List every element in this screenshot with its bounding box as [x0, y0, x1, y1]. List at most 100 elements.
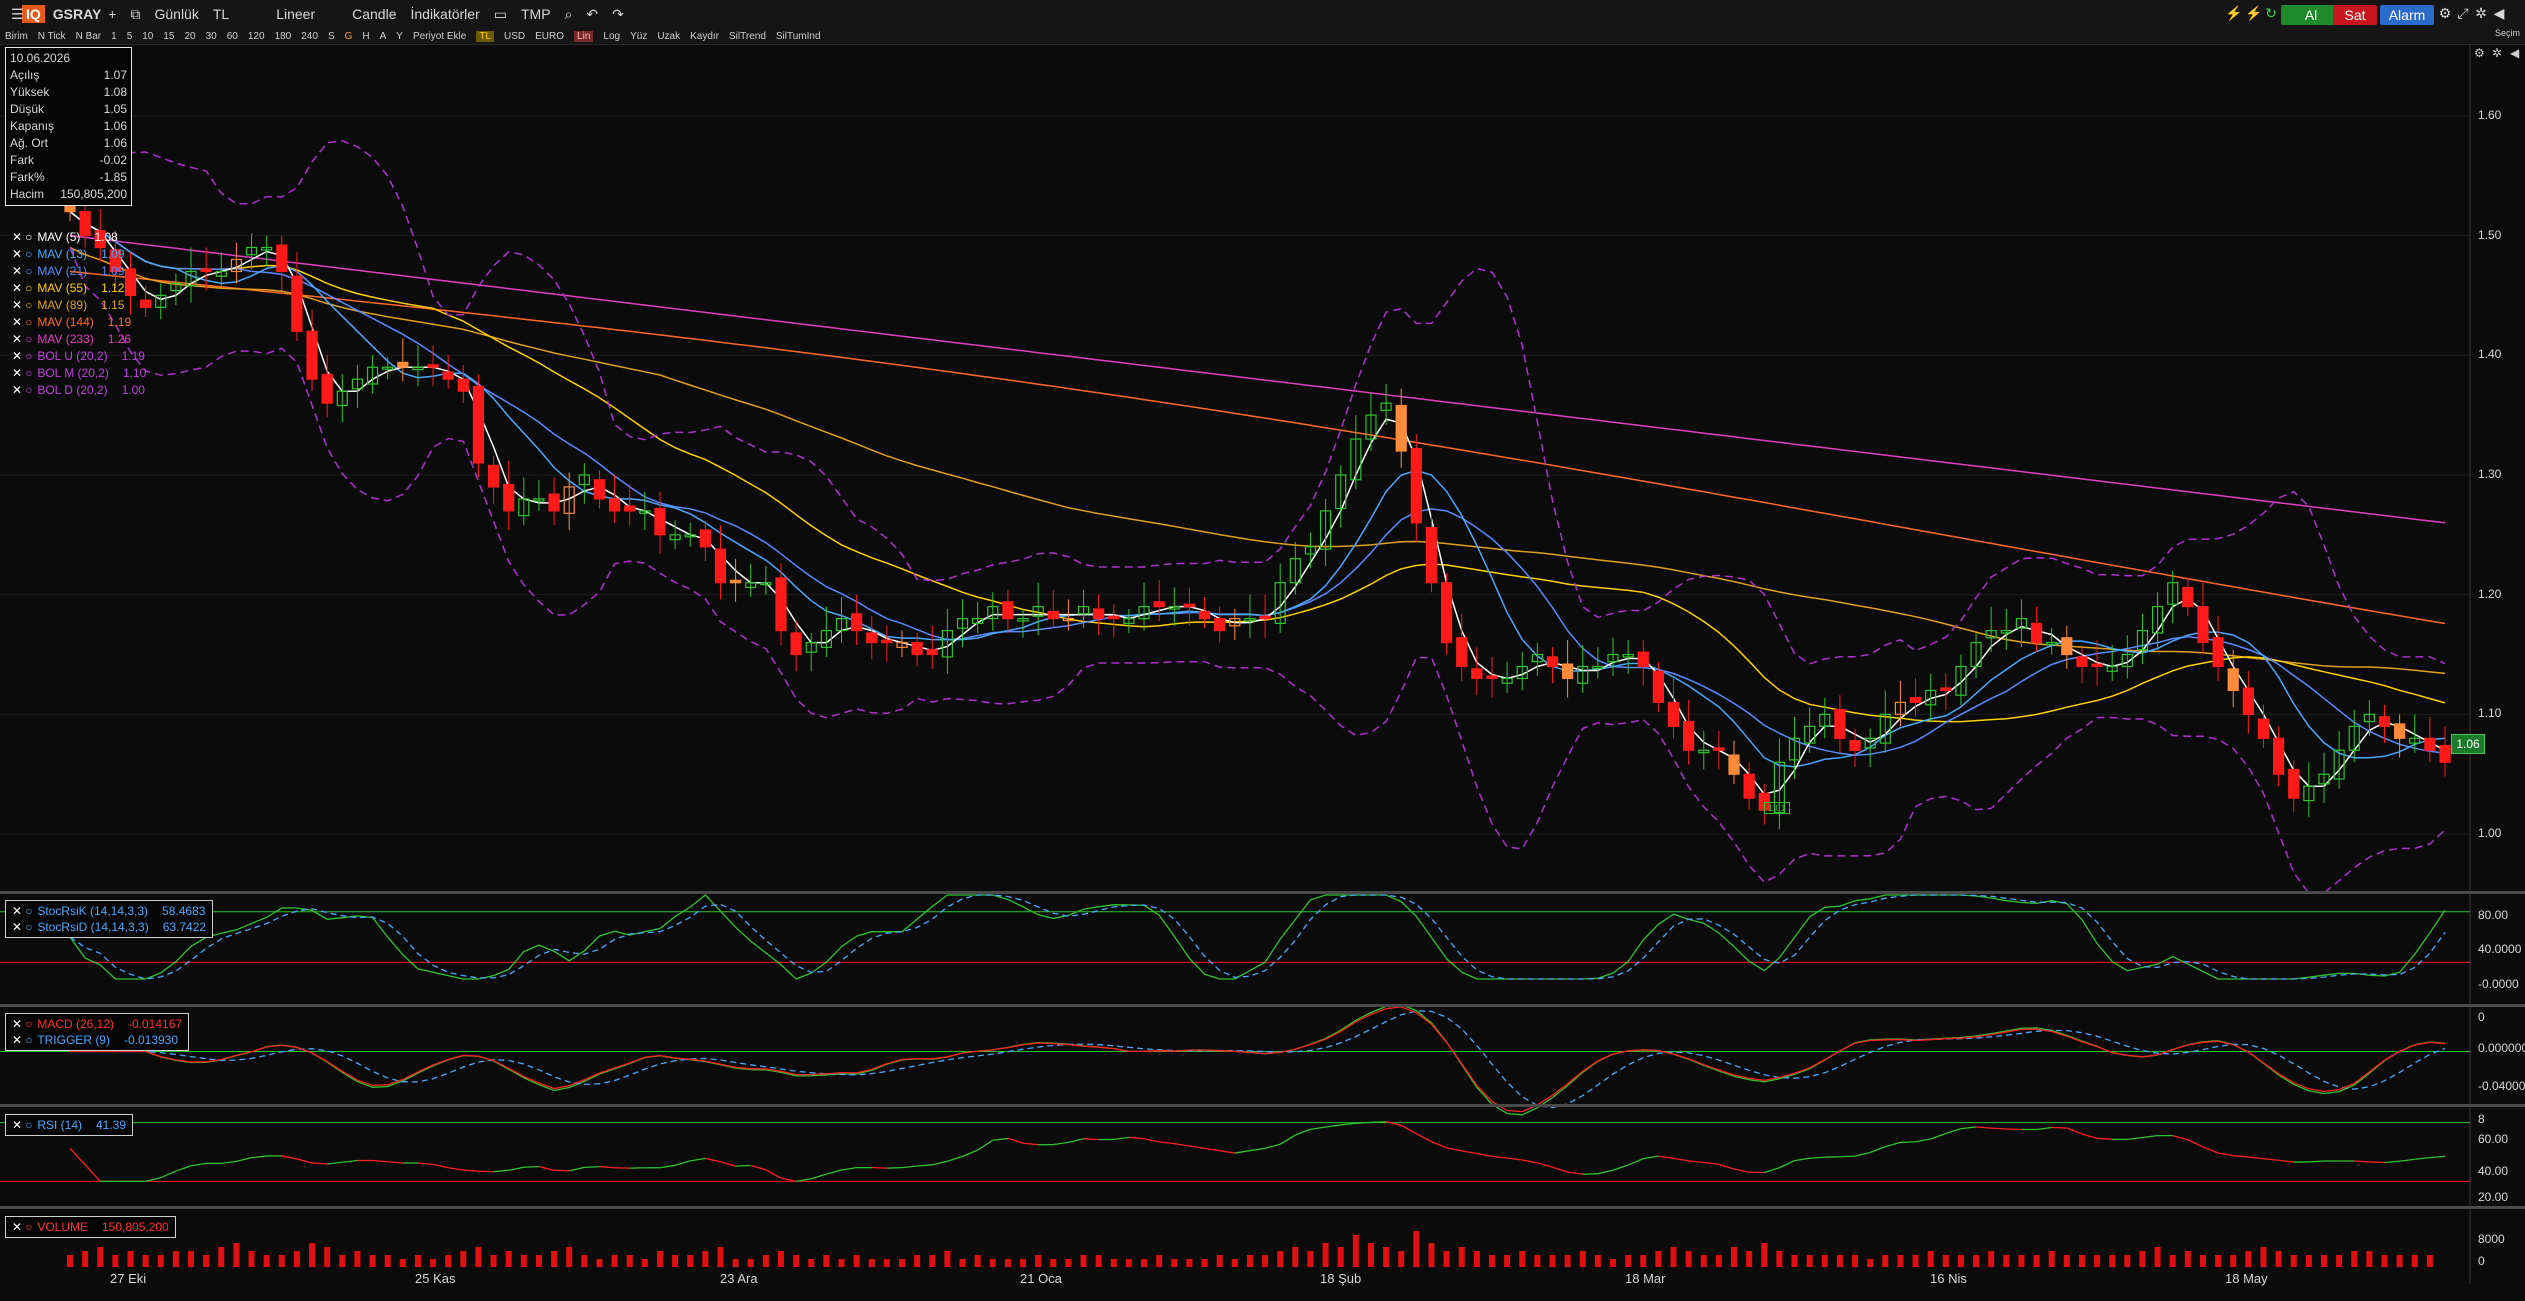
candle-body[interactable]	[1154, 602, 1164, 607]
refresh-icon[interactable]: ↻	[2263, 5, 2279, 23]
legend-row[interactable]: ✕○MAV (5)1.08	[12, 229, 146, 246]
visibility-icon[interactable]: ○	[25, 1220, 32, 1234]
visibility-icon[interactable]: ○	[25, 920, 32, 934]
currency-selector[interactable]: TL	[213, 6, 229, 22]
candle-body[interactable]	[1487, 676, 1497, 678]
legend-row[interactable]: ✕○StocRsiK (14,14,3,3)58.4683	[12, 903, 206, 919]
candle-body[interactable]	[201, 269, 211, 271]
candle-body[interactable]	[852, 614, 862, 631]
settings-icon[interactable]: ✲	[2473, 5, 2489, 23]
remove-icon[interactable]: ✕	[12, 332, 22, 346]
interval-item[interactable]: Y	[396, 31, 403, 42]
candle-body[interactable]	[1457, 638, 1467, 667]
legend-row[interactable]: ✕○MAV (21)1.09	[12, 263, 146, 280]
interval-item[interactable]: 240	[301, 31, 318, 42]
visibility-icon[interactable]: ○	[25, 366, 32, 380]
candle-body[interactable]	[549, 494, 559, 511]
remove-icon[interactable]: ✕	[12, 920, 22, 934]
legend-row[interactable]: ✕○BOL U (20,2)1.19	[12, 348, 146, 365]
interval-item[interactable]: SilTumInd	[776, 31, 821, 42]
candle-body[interactable]	[731, 580, 741, 582]
interval-item[interactable]: N Bar	[76, 31, 102, 42]
candle-body[interactable]	[1941, 688, 1951, 690]
interval-item[interactable]: 1	[111, 31, 117, 42]
interval-item[interactable]: H	[362, 31, 369, 42]
candle-body[interactable]	[655, 508, 665, 534]
legend-row[interactable]: ✕○MAV (89)1.15	[12, 297, 146, 314]
candle-body[interactable]	[1653, 671, 1663, 702]
interval-item[interactable]: EURO	[535, 31, 564, 42]
legend-row[interactable]: ✕○MAV (13)1.09	[12, 246, 146, 263]
remove-icon[interactable]: ✕	[12, 315, 22, 329]
candle-body[interactable]	[1215, 619, 1225, 631]
candle-body[interactable]	[322, 374, 332, 403]
visibility-icon[interactable]: ○	[25, 281, 32, 295]
candle-body[interactable]	[867, 633, 877, 643]
candle-body[interactable]	[1184, 604, 1194, 606]
chart-gear-icon[interactable]: ⚙	[2474, 46, 2485, 60]
candle-body[interactable]	[2213, 638, 2223, 667]
visibility-icon[interactable]: ○	[25, 315, 32, 329]
interval-item[interactable]: A	[380, 31, 387, 42]
candle-body[interactable]	[1426, 528, 1436, 583]
chart-type-selector[interactable]: Candle	[352, 6, 396, 22]
candle-body[interactable]	[428, 365, 438, 367]
alert-icon[interactable]: ⚡	[2225, 5, 2241, 23]
candle-body[interactable]	[1669, 702, 1679, 726]
panel-divider[interactable]	[0, 1004, 2525, 1007]
candle-body[interactable]	[1911, 698, 1921, 703]
interval-item[interactable]: 60	[227, 31, 238, 42]
remove-icon[interactable]: ✕	[12, 366, 22, 380]
remove-icon[interactable]: ✕	[12, 281, 22, 295]
back-icon[interactable]: ◀	[2491, 5, 2507, 23]
interval-item[interactable]: 30	[206, 31, 217, 42]
remove-icon[interactable]: ✕	[12, 247, 22, 261]
interval-item[interactable]: USD	[504, 31, 525, 42]
visibility-icon[interactable]: ○	[25, 264, 32, 278]
remove-icon[interactable]: ✕	[12, 904, 22, 918]
candle-body[interactable]	[307, 331, 317, 379]
remove-icon[interactable]: ✕	[12, 264, 22, 278]
interval-item[interactable]: TL	[476, 31, 494, 42]
interval-item[interactable]: Log	[603, 31, 620, 42]
expand-icon[interactable]: ⤢	[2455, 5, 2471, 23]
candle-body[interactable]	[700, 530, 710, 547]
legend-row[interactable]: ✕○MAV (233)1.26	[12, 331, 146, 348]
remove-icon[interactable]: ✕	[12, 383, 22, 397]
folder-icon[interactable]: ▭	[494, 6, 507, 23]
external-link-icon[interactable]: ⧉	[130, 6, 140, 23]
candle-body[interactable]	[1396, 406, 1406, 451]
interval-item[interactable]: 10	[142, 31, 153, 42]
remove-icon[interactable]: ✕	[12, 1017, 22, 1031]
candle-body[interactable]	[1048, 611, 1058, 618]
visibility-icon[interactable]: ○	[25, 230, 32, 244]
interval-item[interactable]: 180	[275, 31, 292, 42]
search-icon[interactable]: ⌕	[565, 6, 573, 23]
candle-body[interactable]	[1563, 664, 1573, 678]
candle-body[interactable]	[2092, 664, 2102, 666]
interval-item[interactable]: Periyot Ekle	[413, 31, 466, 42]
candle-body[interactable]	[882, 640, 892, 642]
candle-body[interactable]	[2425, 738, 2435, 750]
candle-body[interactable]	[594, 480, 604, 499]
visibility-icon[interactable]: ○	[25, 1017, 32, 1031]
candle-body[interactable]	[277, 245, 287, 271]
visibility-icon[interactable]: ○	[25, 332, 32, 346]
panel-divider[interactable]	[0, 891, 2525, 894]
legend-row[interactable]: ✕○MAV (55)1.12	[12, 280, 146, 297]
interval-item[interactable]: Lin	[574, 31, 593, 42]
legend-row[interactable]: ✕○MACD (26,12)-0.014167	[12, 1016, 182, 1032]
visibility-icon[interactable]: ○	[25, 1033, 32, 1047]
candle-body[interactable]	[912, 643, 922, 655]
candle-body[interactable]	[927, 650, 937, 655]
candle-body[interactable]	[791, 633, 801, 655]
interval-item[interactable]: Kaydır	[690, 31, 719, 42]
sell-button[interactable]: Sat	[2333, 5, 2377, 25]
visibility-icon[interactable]: ○	[25, 298, 32, 312]
redo-icon[interactable]: ↷	[612, 6, 624, 23]
panel-divider[interactable]	[0, 1104, 2525, 1107]
remove-icon[interactable]: ✕	[12, 1118, 22, 1132]
interval-item[interactable]: 5	[127, 31, 133, 42]
visibility-icon[interactable]: ○	[25, 247, 32, 261]
visibility-icon[interactable]: ○	[25, 349, 32, 363]
